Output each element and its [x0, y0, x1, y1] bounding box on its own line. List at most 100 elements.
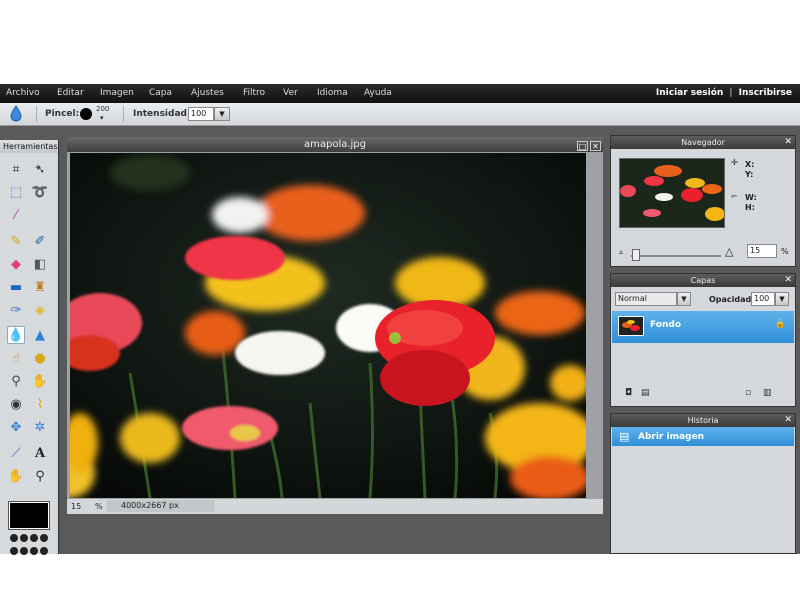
layers-title-bar[interactable]: Capas ✕ — [611, 274, 795, 287]
sharpen-tool-icon[interactable]: ▲ — [31, 326, 49, 344]
marquee-tool-icon[interactable]: ⬚ — [7, 183, 25, 201]
brush-preview[interactable] — [80, 108, 92, 120]
opacity-input[interactable]: 100 — [751, 292, 775, 306]
dodge-tool-icon[interactable]: ⚲ — [7, 372, 25, 390]
spot-heal-tool-icon[interactable]: ⌇ — [31, 395, 49, 413]
account-links: Iniciar sesión | Inscribirse — [656, 88, 792, 98]
intensity-input[interactable]: 100 — [188, 107, 214, 121]
menu-bar: Archivo Editar Imagen Capa Ajustes Filtr… — [0, 84, 800, 103]
pixlr-editor: Archivo Editar Imagen Capa Ajustes Filtr… — [0, 84, 800, 555]
brush-tool-icon[interactable]: ✐ — [31, 232, 49, 250]
close-icon[interactable]: ✕ — [784, 274, 792, 287]
menu-editar[interactable]: Editar — [57, 88, 84, 98]
gradient-tool-icon[interactable]: ▬ — [7, 278, 25, 296]
intensity-dropdown-button[interactable]: ▼ — [214, 107, 230, 121]
image-status-bar: 15 % 4000x2667 px — [67, 499, 603, 514]
history-item-label: Abrir imagen — [638, 432, 704, 442]
new-layer-icon[interactable]: ▫ — [745, 388, 751, 398]
zoom-unit: % — [95, 502, 103, 511]
layer-mask-icon[interactable]: ▤ — [641, 388, 650, 398]
navigator-zoom-input[interactable]: 15 — [747, 244, 777, 258]
menu-ajustes[interactable]: Ajustes — [191, 88, 224, 98]
move-tool-icon[interactable]: ➴ — [31, 160, 49, 178]
colorpicker-tool-icon[interactable]: ✑ — [7, 301, 25, 319]
crop-tool-icon[interactable]: ⌗ — [7, 160, 25, 178]
lasso-tool-icon[interactable]: ➰ — [31, 183, 49, 201]
brush-label: Pincel: — [45, 109, 80, 119]
navigator-zoom-unit: % — [781, 247, 789, 256]
signup-link[interactable]: Inscribirse — [739, 88, 792, 98]
wand-tool-icon[interactable]: ⁄ — [7, 206, 25, 224]
image-title: amapola.jpg — [303, 139, 367, 150]
tools-panel-title: Herramientas — [0, 140, 58, 153]
bucket-tool-icon[interactable]: ◧ — [31, 255, 49, 273]
menu-filtro[interactable]: Filtro — [243, 88, 265, 98]
image-window-titlebar[interactable]: amapola.jpg □ ✕ — [67, 137, 603, 152]
type-tool-icon[interactable]: A — [31, 444, 49, 462]
eraser-tool-icon[interactable]: ◆ — [7, 255, 25, 273]
history-panel: Historia ✕ ▤ Abrir imagen — [610, 413, 796, 554]
opacity-label: Opacidad: — [709, 295, 755, 304]
maximize-icon[interactable]: □ — [577, 141, 588, 151]
menu-capa[interactable]: Capa — [149, 88, 172, 98]
pencil-tool-icon[interactable]: ✎ — [7, 232, 25, 250]
tools-panel: Herramientas ⌗ ➴ ⬚ ➰ ⁄ ✎ ✐ ◆ ◧ ▬ ♜ ✑ ◈ 💧… — [0, 140, 59, 555]
sponge-tool-icon[interactable]: ● — [31, 349, 49, 367]
history-item[interactable]: ▤ Abrir imagen — [612, 427, 794, 446]
layers-title: Capas — [690, 276, 716, 285]
navigator-panel: Navegador ✕ ✛ X: Y: ⌐ W: H: ▵ △ 15 % — [610, 135, 796, 267]
drawing-tool-icon[interactable]: ⟋ — [7, 444, 25, 462]
layer-style-icon[interactable]: ◘ — [625, 388, 632, 398]
image-canvas[interactable] — [70, 153, 586, 498]
w-label: W: — [745, 193, 757, 202]
document-icon: ▤ — [619, 430, 630, 443]
foreground-color-swatch[interactable] — [9, 502, 49, 529]
pinch-tool-icon[interactable]: ✲ — [31, 418, 49, 436]
layer-thumbnail-image — [619, 317, 643, 335]
menu-idioma[interactable]: Idioma — [317, 88, 348, 98]
intensity-label: Intensidad: — [133, 109, 191, 119]
blur-tool-icon — [10, 105, 22, 122]
zoom-out-icon[interactable]: ▵ — [619, 247, 623, 256]
burn-tool-icon[interactable]: ✋ — [31, 372, 49, 390]
navigator-thumbnail[interactable] — [619, 158, 725, 228]
zoom-slider-handle[interactable] — [632, 249, 640, 261]
trash-icon[interactable]: ▥ — [763, 388, 772, 398]
image-window: amapola.jpg □ ✕ 15 % 4000x2667 px — [67, 137, 603, 514]
blend-mode-dropdown-button[interactable]: ▼ — [677, 292, 691, 306]
blur-tool-button[interactable]: 💧 — [7, 326, 25, 344]
redeye-reduction-icon[interactable]: ◉ — [7, 395, 25, 413]
smudge-tool-icon[interactable]: ☝ — [7, 349, 25, 367]
navigator-title-bar[interactable]: Navegador ✕ — [611, 136, 795, 149]
login-link[interactable]: Iniciar sesión — [656, 88, 723, 98]
lock-icon: 🔒 — [774, 319, 786, 329]
redeye-tool-icon[interactable]: ◈ — [31, 301, 49, 319]
history-title-bar[interactable]: Historia ✕ — [611, 414, 795, 427]
zoom-in-icon[interactable]: △ — [725, 245, 733, 258]
close-icon[interactable]: ✕ — [784, 136, 792, 149]
close-icon[interactable]: ✕ — [784, 414, 792, 427]
hand-tool-icon[interactable]: ✋ — [7, 467, 25, 485]
x-label: X: — [745, 160, 755, 169]
close-icon[interactable]: ✕ — [590, 141, 601, 151]
stamp-tool-icon[interactable]: ♜ — [31, 278, 49, 296]
zoom-value[interactable]: 15 — [71, 502, 81, 511]
color-presets[interactable] — [9, 533, 49, 559]
h-label: H: — [745, 203, 755, 212]
zoom-slider-track[interactable] — [631, 255, 721, 257]
layer-thumbnail — [618, 316, 644, 336]
menu-ver[interactable]: Ver — [283, 88, 298, 98]
menu-archivo[interactable]: Archivo — [6, 88, 40, 98]
opacity-dropdown-button[interactable]: ▼ — [775, 292, 789, 306]
brush-caret-icon[interactable]: ▾ — [100, 114, 104, 122]
menu-ayuda[interactable]: Ayuda — [364, 88, 392, 98]
y-label: Y: — [745, 170, 754, 179]
menu-separator: | — [729, 88, 733, 98]
size-icon: ⌐ — [731, 192, 738, 201]
blend-mode-select[interactable]: Normal — [615, 292, 677, 306]
zoom-tool-icon[interactable]: ⚲ — [31, 467, 49, 485]
bloat-tool-icon[interactable]: ✥ — [7, 418, 25, 436]
layer-row[interactable]: Fondo 🔒 — [612, 311, 794, 343]
menu-imagen[interactable]: Imagen — [100, 88, 134, 98]
layers-panel: Capas ✕ Normal ▼ Opacidad: 100 ▼ Fondo 🔒… — [610, 273, 796, 407]
